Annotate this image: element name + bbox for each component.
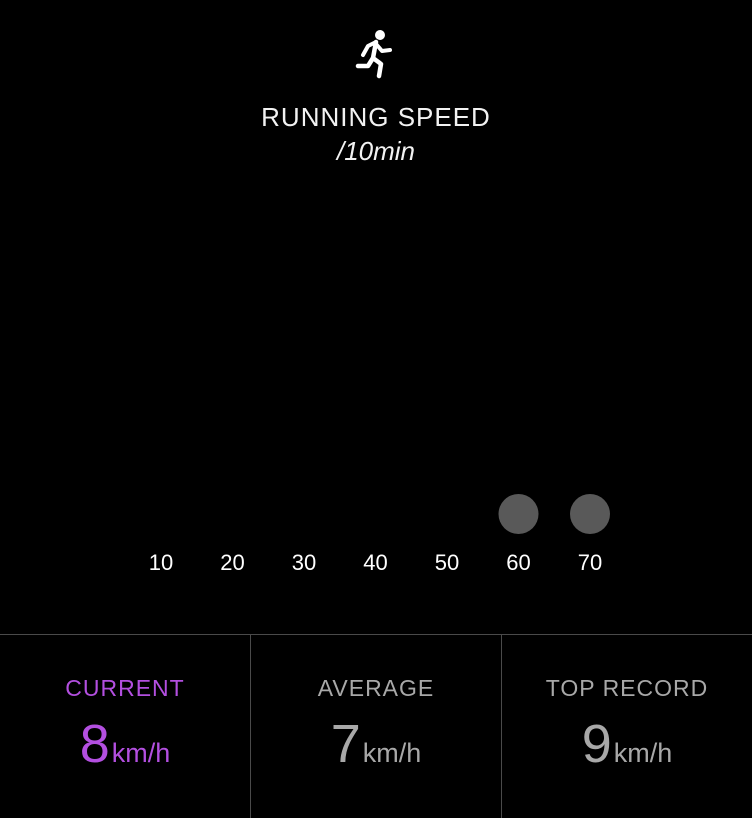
stat-current-unit: km/h xyxy=(111,738,171,768)
stat-current: CURRENT 8km/h xyxy=(0,635,250,818)
stat-average: AVERAGE 7km/h xyxy=(250,635,501,818)
x-tick-label-60: 60 xyxy=(506,550,530,575)
stat-top-record-unit: km/h xyxy=(613,738,673,768)
x-tick-label-10: 10 xyxy=(149,550,173,575)
stat-average-label: AVERAGE xyxy=(317,675,435,701)
running-person-icon xyxy=(355,30,392,79)
stat-top-record-value: 9 xyxy=(581,714,612,774)
stat-top-record: TOP RECORD 9km/h xyxy=(501,635,752,818)
stat-top-record-label: TOP RECORD xyxy=(545,675,709,701)
page-subtitle: /10min xyxy=(336,136,416,166)
stat-average-unit: km/h xyxy=(362,738,422,768)
stat-current-value: 8 xyxy=(79,714,110,774)
stat-current-label: CURRENT xyxy=(65,675,185,701)
x-tick-label-20: 20 xyxy=(220,550,244,575)
chart-point-60 xyxy=(498,494,539,534)
speed-chart: 10 20 30 40 50 60 70 xyxy=(149,494,610,575)
stat-average-value: 7 xyxy=(330,714,361,774)
x-tick-label-40: 40 xyxy=(363,550,387,575)
x-tick-label-70: 70 xyxy=(578,550,602,575)
stat-current-value-group: 8km/h xyxy=(0,713,250,775)
x-tick-label-30: 30 xyxy=(292,550,316,575)
page-title: RUNNING SPEED xyxy=(261,102,491,132)
stats-panel: CURRENT 8km/h AVERAGE 7km/h TOP RECORD 9… xyxy=(0,635,752,818)
stat-top-record-value-group: 9km/h xyxy=(502,713,752,775)
chart-point-70 xyxy=(570,494,610,534)
running-speed-screen: RUNNING SPEED /10min 10 20 30 40 50 60 70 CURR… xyxy=(0,0,752,818)
x-tick-label-50: 50 xyxy=(435,550,459,575)
stat-average-value-group: 7km/h xyxy=(251,713,501,775)
